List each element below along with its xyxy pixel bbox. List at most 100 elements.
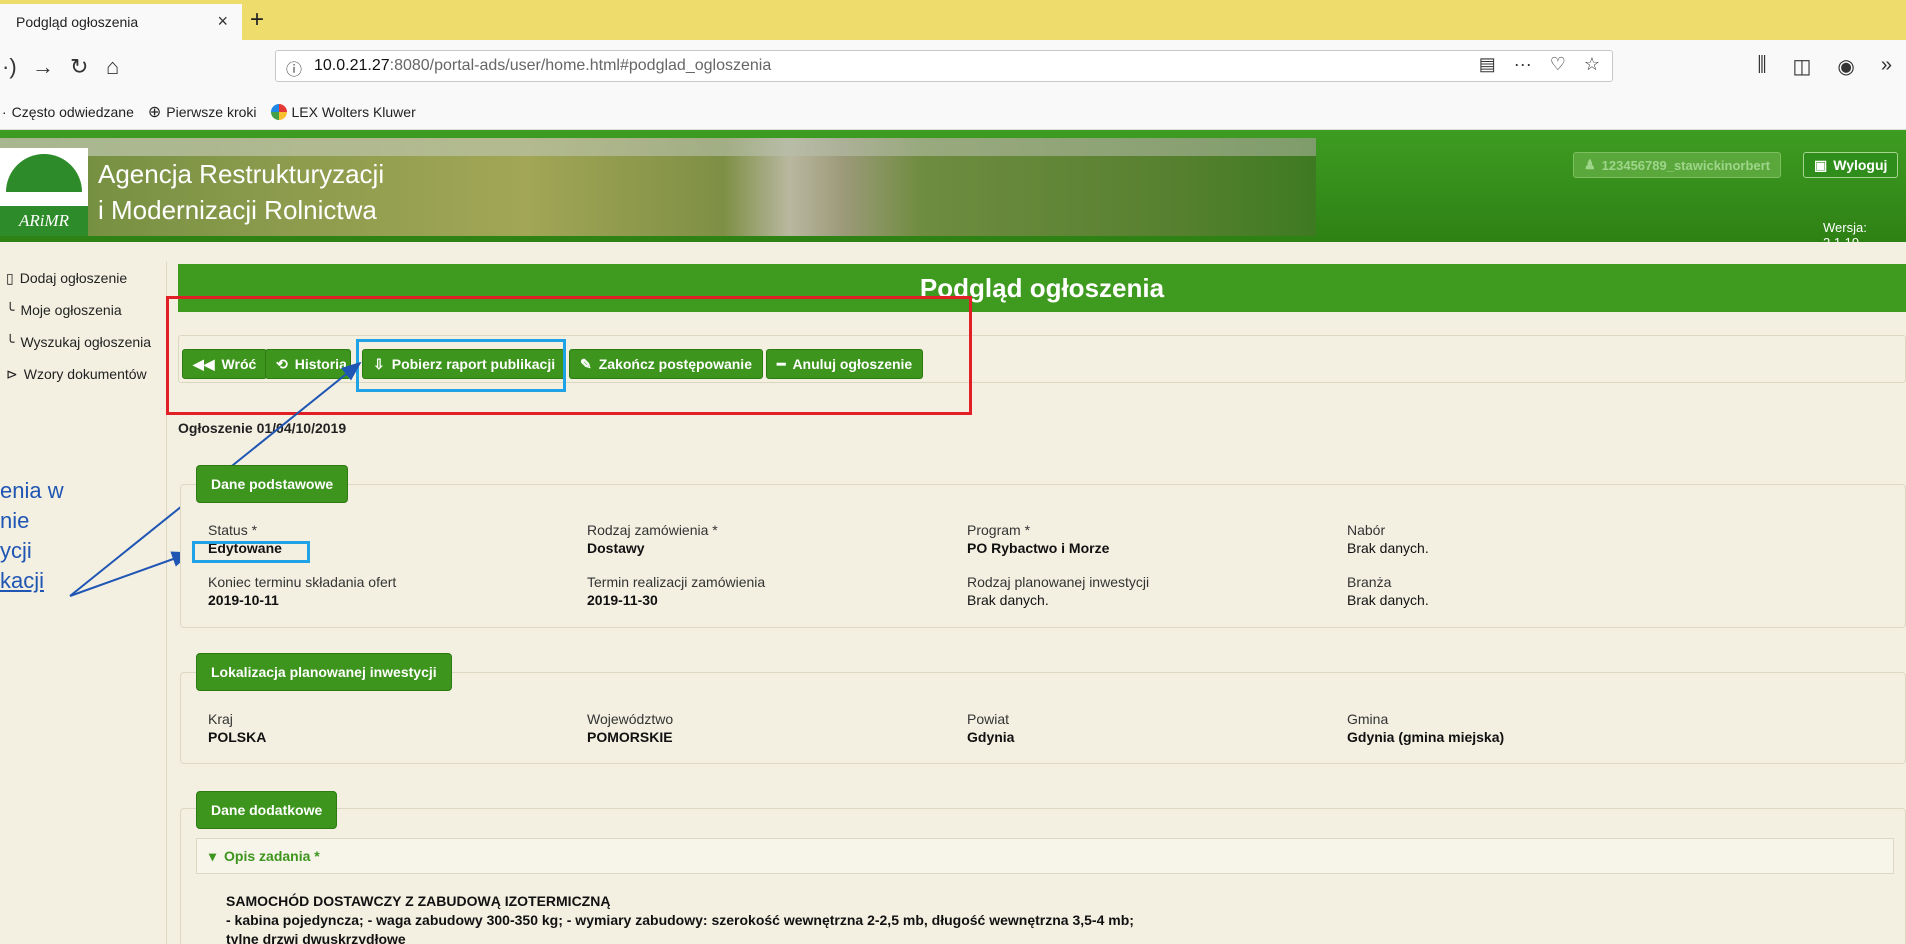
sidebar-item-my-ads[interactable]: ╰ Moje ogłoszenia [0, 294, 164, 326]
logout-button[interactable]: ▣ Wyloguj [1803, 152, 1899, 178]
side-menu: ▯ Dodaj ogłoszenie ╰ Moje ogłoszenia ╰ Wysz… [0, 262, 164, 390]
task-description-toggle[interactable]: ▾ Opis zadania * [196, 838, 1894, 874]
ad-number: Ogłoszenie 01/04/10/2019 [178, 420, 347, 436]
browser-tab[interactable]: Podgląd ogłoszenia × [0, 4, 242, 40]
globe-icon: ⊕ [147, 103, 162, 121]
agency-name-line1: Agencja Restrukturyzacji [98, 159, 385, 189]
field-county: Powiat Gdynia [967, 711, 1014, 745]
agency-name-line2: i Modernizacji Rolnictwa [98, 195, 377, 225]
field-label: Województwo [587, 711, 674, 727]
field-value: Brak danych. [1347, 540, 1429, 556]
bookmark-folder-icon: · [2, 103, 7, 120]
task-description-label: Opis zadania * [224, 848, 320, 864]
browser-nav-bar: ·) → ↻ ⌂ ⓘ 10.0.21.27:8080/portal-ads/us… [0, 40, 1906, 94]
field-label: Gmina [1347, 711, 1389, 727]
basic-data-header[interactable]: Dane podstawowe [196, 465, 349, 503]
overflow-icon[interactable]: » [1881, 54, 1892, 79]
field-value: Dostawy [587, 540, 645, 556]
field-label: Koniec terminu składania ofert [208, 574, 397, 590]
annotation-line: nie [0, 508, 30, 533]
sidebar-item-templates[interactable]: ⊳ Wzory dokumentów [0, 358, 164, 390]
bookmark-item[interactable]: LEX Wolters Kluwer [270, 103, 416, 120]
field-value: Gdynia (gmina miejska) [1347, 729, 1505, 745]
field-value: Brak danych. [1347, 592, 1429, 608]
field-label: Powiat [967, 711, 1010, 727]
field-industry: Branża Brak danych. [1347, 574, 1429, 608]
field-value: 2019-10-11 [208, 592, 279, 608]
arimr-logo: ARiMR [0, 148, 88, 236]
field-recruitment: Nabór Brak danych. [1347, 522, 1429, 556]
field-value: 2019-11-30 [587, 592, 658, 608]
bookmark-item[interactable]: · Często odwiedzane [2, 104, 134, 120]
extension-icon[interactable]: ◉ [1837, 54, 1854, 79]
search-icon: ╰ [6, 333, 15, 350]
location-header[interactable]: Lokalizacja planowanej inwestycji [196, 653, 452, 691]
toolbar-highlight-box [166, 296, 972, 415]
library-icon[interactable]: ⫼ [1757, 54, 1766, 79]
sidebar-item-label: Wyszukaj ogłoszenia [20, 334, 152, 350]
description-line: tylne drzwi dwuskrzydłowe [226, 931, 406, 944]
tab-title: Podgląd ogłoszenia [16, 14, 139, 30]
pocket-icon[interactable]: ♡ [1550, 54, 1566, 75]
sidebar-item-add[interactable]: ▯ Dodaj ogłoszenie [0, 262, 164, 294]
close-tab-icon[interactable]: × [217, 11, 228, 32]
reload-icon[interactable]: ↻ [70, 54, 88, 80]
new-tab-button[interactable]: + [250, 6, 264, 34]
sidebar-item-label: Dodaj ogłoszenie [19, 270, 128, 286]
save-icon: ▣ [1814, 156, 1828, 173]
reader-view-icon[interactable]: ▤ [1479, 54, 1496, 75]
field-voivodeship: Województwo POMORSKIE [587, 711, 673, 745]
bookmark-label: Często odwiedzane [11, 103, 134, 120]
field-order-type: Rodzaj zamówienia * Dostawy [587, 522, 718, 556]
list-icon: ╰ [6, 301, 15, 318]
sidebar-item-label: Moje ogłoszenia [20, 302, 122, 318]
home-icon[interactable]: ⌂ [106, 54, 119, 80]
url-host: 10.0.21.27 [314, 57, 390, 74]
caret-down-icon: ▾ [209, 847, 217, 864]
bookmark-item[interactable]: ⊕ Pierwsze kroki [148, 102, 257, 122]
field-label: Kraj [208, 711, 233, 727]
download-highlight-box [356, 339, 566, 392]
forward-icon[interactable]: → [32, 54, 54, 80]
field-program: Program * PO Rybactwo i Morze [967, 522, 1109, 556]
field-label: Nabór [1347, 522, 1386, 538]
field-label: Branża [1347, 574, 1392, 590]
field-value: POLSKA [208, 729, 267, 745]
field-offer-deadline: Koniec terminu składania ofert 2019-10-11 [208, 574, 396, 608]
sidebar-item-label: Wzory dokumentów [23, 366, 147, 382]
field-value: POMORSKIE [587, 729, 673, 745]
annotation-line: ycji [0, 538, 32, 563]
field-investment-type: Rodzaj planowanej inwestycji Brak danych. [967, 574, 1149, 608]
info-icon[interactable]: ⓘ [286, 56, 302, 80]
bookmark-label: Pierwsze kroki [166, 103, 257, 120]
field-realization-date: Termin realizacji zamówienia 2019-11-30 [587, 574, 765, 608]
browser-tab-bar: Podgląd ogłoszenia × + [0, 0, 1906, 40]
logo-text: ARiMR [0, 206, 88, 236]
annotation-text: enia w nie ycji kacji [0, 476, 64, 596]
add-icon: ▯ [6, 269, 14, 286]
task-description-text: SAMOCHÓD DOSTAWCZY Z ZABUDOWĄ IZOTERMICZ… [226, 892, 1134, 944]
page-actions-icon[interactable]: ··· [1514, 54, 1532, 75]
status-highlight-box [192, 541, 310, 563]
field-label: Program * [967, 522, 1031, 538]
bookmark-star-icon[interactable]: ☆ [1584, 54, 1600, 75]
annotation-line: enia w [0, 478, 64, 503]
user-icon: ♟ [1584, 157, 1596, 172]
url-bar[interactable]: ⓘ 10.0.21.27:8080/portal-ads/user/home.h… [275, 50, 1613, 82]
lex-logo-icon [270, 103, 287, 120]
document-icon: ⊳ [6, 365, 18, 382]
extra-data-header[interactable]: Dane dodatkowe [196, 791, 338, 829]
back-icon[interactable]: ·) [2, 54, 17, 80]
field-value: PO Rybactwo i Morze [967, 540, 1110, 556]
field-country: Kraj POLSKA [208, 711, 266, 745]
sidebar-item-search[interactable]: ╰ Wyszukaj ogłoszenia [0, 326, 164, 358]
bookmarks-bar: · Często odwiedzane ⊕ Pierwsze kroki LEX W… [0, 94, 1906, 130]
field-value: Brak danych. [967, 592, 1049, 608]
field-label: Status * [208, 522, 258, 538]
bookmark-label: LEX Wolters Kluwer [291, 103, 416, 120]
description-line: - kabina pojedyncza; - waga zabudowy 300… [226, 912, 1134, 928]
field-municipality: Gmina Gdynia (gmina miejska) [1347, 711, 1504, 745]
field-label: Rodzaj zamówienia * [587, 522, 718, 538]
sidebar-toggle-icon[interactable]: ◫ [1793, 54, 1812, 79]
url-path: :8080/portal-ads/user/home.html#podglad_… [389, 57, 772, 74]
